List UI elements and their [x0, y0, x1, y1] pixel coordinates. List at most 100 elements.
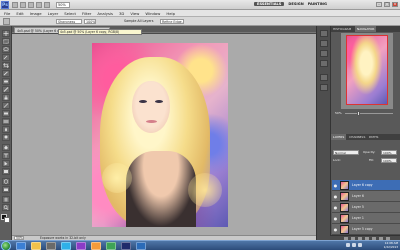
visibility-eye-icon[interactable]: ● [333, 216, 338, 221]
workspace-painting[interactable]: PAINTING [308, 2, 327, 6]
layer-row[interactable]: ● Layer 6 [332, 191, 400, 202]
menu-image[interactable]: Image [30, 11, 42, 16]
photoshop-taskbar-icon[interactable] [121, 242, 131, 250]
menu-edit[interactable]: Edit [16, 11, 23, 16]
tray-network-icon[interactable] [352, 243, 356, 247]
appbar-tools [12, 2, 50, 8]
maximize-button[interactable]: □ [384, 2, 390, 7]
chrome-icon[interactable] [106, 242, 116, 250]
marquee-tool-icon[interactable] [2, 38, 10, 45]
hand-tool-icon[interactable] [2, 196, 10, 203]
tab-histogram[interactable]: HISTOGRAM [331, 26, 353, 32]
firefox-icon[interactable] [91, 242, 101, 250]
menu-filter[interactable]: Filter [82, 11, 91, 16]
tab-layers[interactable]: LAYERS [331, 134, 347, 140]
visibility-eye-icon[interactable]: ● [333, 194, 338, 199]
hand-icon[interactable] [36, 2, 42, 8]
canvas-area[interactable] [12, 34, 316, 235]
tab-navigator[interactable]: NAVIGATOR [355, 26, 377, 32]
start-button[interactable] [1, 241, 11, 250]
skype-icon[interactable] [61, 242, 71, 250]
visibility-eye-icon[interactable]: ● [333, 227, 338, 232]
system-clock[interactable]: 12:08 AM 1/22/2013 [364, 241, 398, 250]
move-tool-icon[interactable] [2, 30, 10, 37]
dodge-tool-icon[interactable] [2, 134, 10, 141]
3d-rotate-tool-icon[interactable] [2, 178, 10, 185]
clone-stamp-tool-icon[interactable] [2, 94, 10, 101]
3d-camera-tool-icon[interactable] [2, 186, 10, 193]
word-icon[interactable] [136, 242, 146, 250]
brushes-panel-icon[interactable] [320, 74, 328, 81]
layer-row[interactable]: ● Layer 1 [332, 213, 400, 224]
navigator-zoom-value[interactable]: 50% [335, 111, 342, 116]
background-color-swatch[interactable] [4, 217, 10, 223]
tab-paths[interactable]: PATHS [367, 134, 380, 140]
menu-select[interactable]: Select [64, 11, 76, 16]
brush-tool-icon[interactable] [2, 86, 10, 93]
right-panel: HISTOGRAM NAVIGATOR 50% LAYERS CHANNELS … [330, 26, 400, 246]
tray-volume-icon[interactable] [358, 243, 362, 247]
file-explorer-icon[interactable] [31, 242, 41, 250]
zoom-tool-icon[interactable] [44, 2, 50, 8]
menu-analysis[interactable]: Analysis [97, 11, 113, 16]
menu-file[interactable]: File [4, 11, 10, 16]
layer-row[interactable]: ● Layer 5 [332, 202, 400, 213]
sample-all-layers-checkbox[interactable]: Sample All Layers [124, 19, 153, 24]
layer-row[interactable]: ● Layer 5 copy [332, 224, 400, 235]
paragraph-panel-icon[interactable] [320, 60, 328, 67]
history-panel-icon[interactable] [320, 30, 328, 37]
zoom-level-dropdown[interactable]: 50% [56, 2, 70, 8]
tab-channels[interactable]: CHANNELS [347, 134, 367, 140]
mini-bridge-icon[interactable] [20, 2, 26, 8]
eyedropper-tool-icon[interactable] [2, 70, 10, 77]
pen-tool-icon[interactable] [2, 144, 10, 151]
quick-selection-tool-icon[interactable] [2, 54, 10, 61]
refine-edge-button[interactable]: Refine Edge... [160, 19, 184, 24]
workspace-design[interactable]: DESIGN [288, 2, 303, 6]
minimize-button[interactable]: – [376, 2, 382, 7]
navigator-preview[interactable] [341, 33, 393, 109]
path-selection-tool-icon[interactable] [2, 160, 10, 167]
crop-tool-icon[interactable] [2, 62, 10, 69]
media-app-icon[interactable] [76, 242, 86, 250]
character-panel-icon[interactable] [320, 50, 328, 57]
lasso-tool-icon[interactable] [2, 46, 10, 53]
guides-icon[interactable] [28, 2, 34, 8]
photoshop-logo: Ps [1, 1, 9, 9]
zoom-slider-knob[interactable] [357, 111, 360, 116]
tool-preset-picker[interactable] [3, 18, 10, 25]
zoom-tool-icon[interactable] [2, 204, 10, 211]
type-tool-icon[interactable] [2, 152, 10, 159]
healing-brush-tool-icon[interactable] [2, 78, 10, 85]
blend-mode-select[interactable]: Normal [333, 150, 359, 155]
menu-layer[interactable]: Layer [48, 11, 59, 16]
sharpness-field[interactable]: Sharpness [56, 19, 82, 24]
layer-row[interactable]: ● Layer 6 copy [332, 180, 400, 191]
actions-panel-icon[interactable] [320, 40, 328, 47]
internet-explorer-icon[interactable] [16, 242, 26, 250]
menu-window[interactable]: Window [145, 11, 160, 16]
menu-view[interactable]: View [130, 11, 139, 16]
rectangle-tool-icon[interactable] [2, 168, 10, 175]
eraser-tool-icon[interactable] [2, 110, 10, 117]
media-player-icon[interactable] [46, 242, 56, 250]
clone-source-panel-icon[interactable] [320, 84, 328, 91]
bridge-icon[interactable] [12, 2, 18, 8]
navigator-thumbnail[interactable] [346, 35, 388, 105]
workspace-essentials[interactable]: ESSENTIALS [254, 2, 285, 6]
menu-help[interactable]: Help [166, 11, 175, 16]
history-brush-tool-icon[interactable] [2, 102, 10, 109]
menu-bar: File Edit Image Layer Select Filter Anal… [0, 10, 400, 17]
menu-3d[interactable]: 3D [119, 11, 124, 16]
tray-flag-icon[interactable] [346, 243, 350, 247]
blur-tool-icon[interactable] [2, 126, 10, 133]
visibility-eye-icon[interactable]: ● [333, 205, 338, 210]
fill-field[interactable]: 100% [381, 158, 397, 163]
close-button[interactable]: × [392, 2, 398, 7]
visibility-eye-icon[interactable]: ● [333, 183, 338, 188]
gradient-tool-icon[interactable] [2, 118, 10, 125]
portrait-image[interactable] [92, 43, 228, 227]
opacity-field[interactable]: 100% [381, 150, 397, 155]
zoom-slider-track[interactable] [345, 113, 393, 114]
strength-field[interactable]: 100% [84, 19, 96, 24]
